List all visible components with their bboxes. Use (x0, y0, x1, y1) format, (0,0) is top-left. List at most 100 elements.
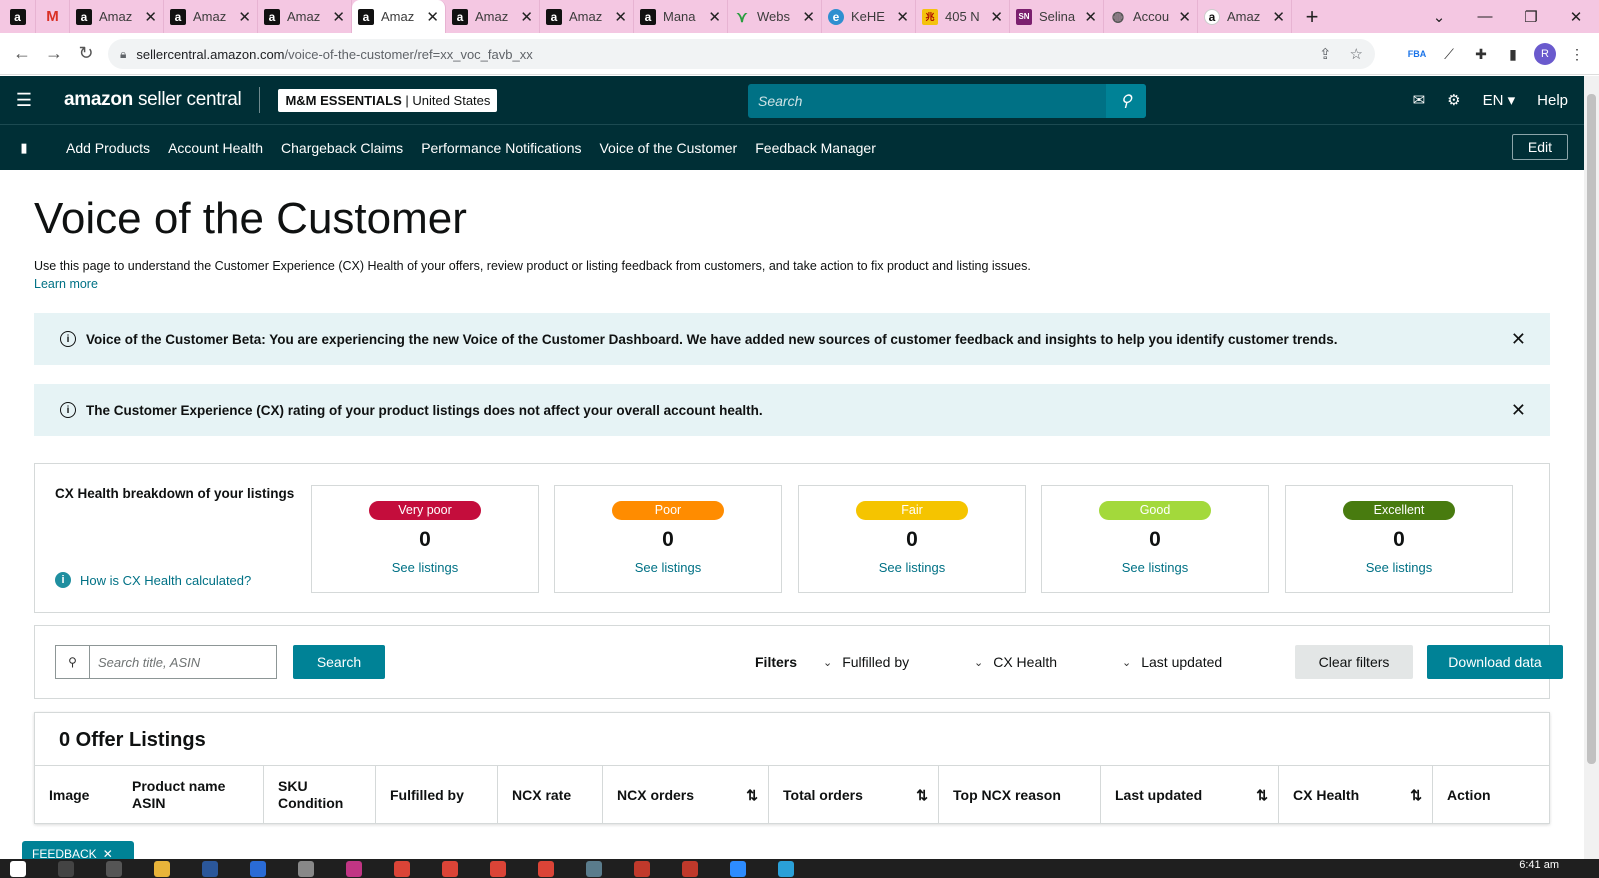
gear-icon[interactable]: ⚙ (1447, 91, 1460, 109)
chrome-icon[interactable] (538, 860, 554, 877)
browser-tab[interactable]: a (0, 0, 36, 33)
close-icon[interactable]: ✕ (990, 8, 1003, 26)
browser-tab[interactable]: a Amaz ✕ (446, 0, 540, 33)
sort-icon[interactable]: ⇅ (746, 787, 758, 804)
telegram-icon[interactable] (778, 860, 794, 877)
bookmark-star-icon[interactable]: ☆ (1350, 45, 1363, 63)
close-icon[interactable]: ✕ (896, 8, 909, 26)
browser-tab[interactable]: ⋎ Webs ✕ (728, 0, 822, 33)
url-input[interactable]: 🔒︎ sellercentral.amazon.com /voice-of-th… (108, 39, 1375, 69)
seller-central-logo[interactable]: amazon seller central (64, 89, 242, 111)
restore-icon[interactable]: ❐ (1508, 0, 1554, 33)
help-link[interactable]: Help (1537, 92, 1568, 109)
pdf-icon[interactable] (634, 860, 650, 877)
sort-icon[interactable]: ⇅ (1410, 787, 1422, 804)
close-icon[interactable]: ✕ (144, 8, 157, 26)
windows-start-icon[interactable] (10, 860, 26, 877)
close-icon[interactable]: ✕ (520, 8, 533, 26)
header-search-input[interactable]: Search ⚲ (748, 84, 1146, 118)
browser-tab[interactable]: 兆 405 N ✕ (916, 0, 1010, 33)
search-icon[interactable]: ⚲ (1106, 84, 1146, 118)
close-icon[interactable]: ✕ (614, 8, 627, 26)
edit-button[interactable]: Edit (1511, 134, 1568, 160)
calculator-icon[interactable] (586, 860, 602, 877)
browser-tab[interactable]: ◍ Accou ✕ (1104, 0, 1198, 33)
share-icon[interactable]: ⇪ (1319, 45, 1332, 63)
close-icon[interactable]: ✕ (1178, 8, 1191, 26)
browser-tab[interactable]: a Amaz ✕ (1198, 0, 1292, 33)
zoom-icon[interactable] (730, 860, 746, 877)
see-listings-link[interactable]: See listings (1042, 560, 1268, 575)
nav-item[interactable]: Feedback Manager (755, 140, 876, 156)
profile-avatar[interactable]: R (1532, 41, 1558, 67)
chrome-icon[interactable] (490, 860, 506, 877)
browser-tab[interactable]: a Mana ✕ (634, 0, 728, 33)
bookmark-icon[interactable]: ▮ (0, 140, 48, 156)
download-data-button[interactable]: Download data (1427, 645, 1563, 679)
cx-health-dropdown[interactable]: ⌄ CX Health (974, 654, 1057, 670)
tab-search-icon[interactable]: ⌄ (1416, 0, 1462, 33)
see-listings-link[interactable]: See listings (1286, 560, 1512, 575)
minimize-icon[interactable]: — (1462, 0, 1508, 33)
close-icon[interactable]: ✕ (802, 8, 815, 26)
hamburger-menu-icon[interactable]: ☰ (0, 90, 48, 111)
chrome-icon[interactable] (394, 860, 410, 877)
reload-icon[interactable]: ↻ (70, 43, 102, 64)
close-icon[interactable]: ✕ (1511, 329, 1526, 350)
puzzle-icon[interactable]: ✚ (1468, 41, 1494, 67)
task-view-icon[interactable] (106, 860, 122, 877)
browser-tab[interactable]: SN Selina ✕ (1010, 0, 1104, 33)
app-icon[interactable] (298, 860, 314, 877)
learn-more-link[interactable]: Learn more (34, 277, 98, 291)
page-scrollbar[interactable] (1584, 76, 1599, 859)
app-icon[interactable] (250, 860, 266, 877)
fba-extension-icon[interactable]: FBA (1404, 41, 1430, 67)
browser-tab[interactable]: a Amaz ✕ (540, 0, 634, 33)
store-selector[interactable]: M&M ESSENTIALS | United States (278, 88, 498, 112)
listing-search-input[interactable]: ⚲ Search title, ASIN (55, 645, 277, 679)
nav-item[interactable]: Voice of the Customer (599, 140, 737, 156)
cx-health-help-link[interactable]: i How is CX Health calculated? (55, 572, 251, 588)
close-icon[interactable]: ✕ (1084, 8, 1097, 26)
close-icon[interactable]: ✕ (238, 8, 251, 26)
menu-dots-icon[interactable]: ⋮ (1564, 41, 1590, 67)
app-icon[interactable] (346, 860, 362, 877)
close-icon[interactable]: ✕ (1272, 8, 1285, 26)
scroll-thumb[interactable] (1587, 94, 1596, 764)
browser-tab[interactable]: M (36, 0, 70, 33)
see-listings-link[interactable]: See listings (555, 560, 781, 575)
column-header-total-orders[interactable]: Total orders ⇅ (768, 766, 938, 824)
sort-icon[interactable]: ⇅ (916, 787, 928, 804)
last-updated-dropdown[interactable]: ⌄ Last updated (1122, 654, 1222, 670)
sidepanel-icon[interactable]: ▮ (1500, 41, 1526, 67)
search-button[interactable]: Search (293, 645, 385, 679)
fulfilled-by-dropdown[interactable]: ⌄ Fulfilled by (823, 654, 909, 670)
file-explorer-icon[interactable] (154, 860, 170, 877)
column-header-last-updated[interactable]: Last updated ⇅ (1100, 766, 1278, 824)
browser-tab[interactable]: e KeHE ✕ (822, 0, 916, 33)
see-listings-link[interactable]: See listings (312, 560, 538, 575)
pdf-icon[interactable] (682, 860, 698, 877)
word-icon[interactable] (202, 860, 218, 877)
browser-tab[interactable]: a Amaz ✕ (258, 0, 352, 33)
forward-icon[interactable]: → (38, 43, 70, 64)
chrome-icon[interactable] (442, 860, 458, 877)
mail-icon[interactable]: ✉ (1413, 91, 1426, 109)
back-icon[interactable]: ← (6, 43, 38, 64)
nav-item[interactable]: Add Products (66, 140, 150, 156)
new-tab-icon[interactable]: + (1292, 4, 1332, 30)
close-icon[interactable]: ✕ (426, 8, 439, 26)
extension-icon[interactable]: ⟋ (1436, 41, 1462, 67)
column-header-cx-health[interactable]: CX Health ⇅ (1278, 766, 1432, 824)
close-icon[interactable]: ✕ (708, 8, 721, 26)
taskbar-search-icon[interactable] (58, 860, 74, 877)
see-listings-link[interactable]: See listings (799, 560, 1025, 575)
nav-item[interactable]: Account Health (168, 140, 263, 156)
nav-item[interactable]: Performance Notifications (421, 140, 581, 156)
close-window-icon[interactable]: ✕ (1553, 0, 1599, 33)
sort-icon[interactable]: ⇅ (1256, 787, 1268, 804)
close-icon[interactable]: ✕ (1511, 400, 1526, 421)
language-selector[interactable]: EN ▾ (1483, 91, 1516, 109)
clear-filters-button[interactable]: Clear filters (1295, 645, 1413, 679)
browser-tab[interactable]: a Amaz ✕ (70, 0, 164, 33)
